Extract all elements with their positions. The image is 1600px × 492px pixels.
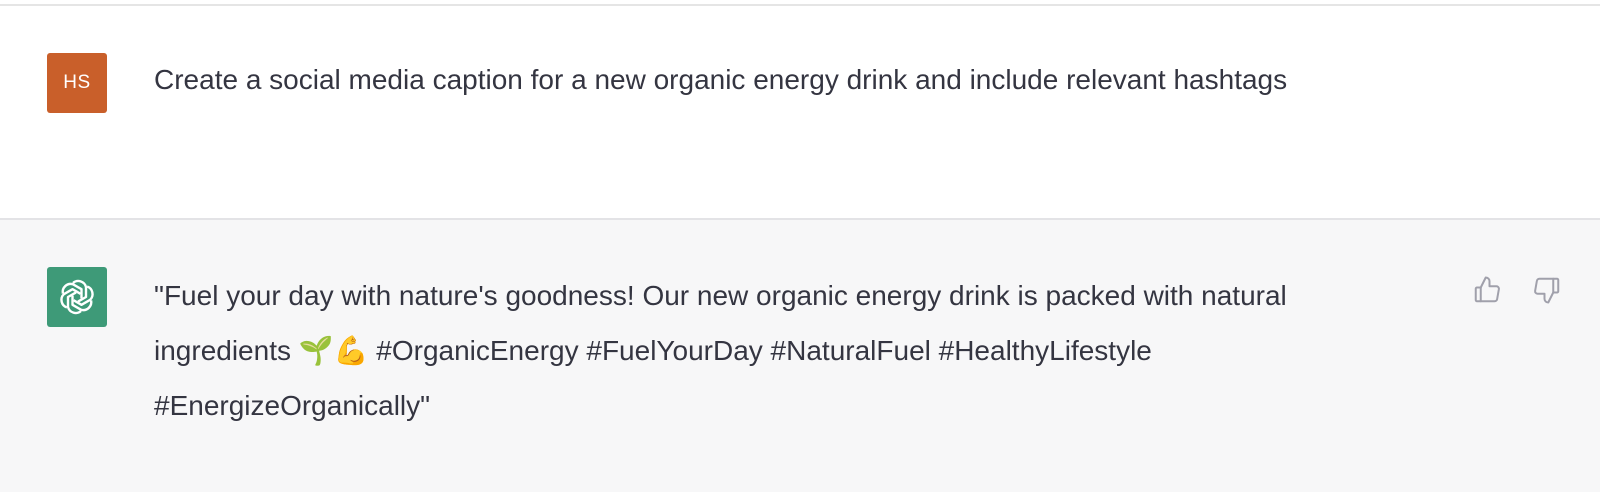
user-avatar: HS — [47, 53, 107, 113]
thumbs-up-button[interactable] — [1470, 273, 1504, 307]
thumbs-down-button[interactable] — [1530, 273, 1564, 307]
thumbs-down-icon — [1534, 277, 1560, 304]
openai-logo-icon — [60, 279, 94, 315]
user-message-text: Create a social media caption for a new … — [154, 64, 1288, 95]
feedback-controls — [1470, 273, 1564, 307]
user-avatar-initials: HS — [63, 72, 91, 93]
thumbs-up-icon — [1474, 276, 1500, 303]
assistant-avatar — [47, 267, 107, 327]
assistant-message-row: "Fuel your day with nature's goodness! O… — [0, 220, 1600, 492]
user-message-row: HS Create a social media caption for a n… — [0, 6, 1600, 220]
assistant-message-text: "Fuel your day with nature's goodness! O… — [154, 280, 1287, 421]
